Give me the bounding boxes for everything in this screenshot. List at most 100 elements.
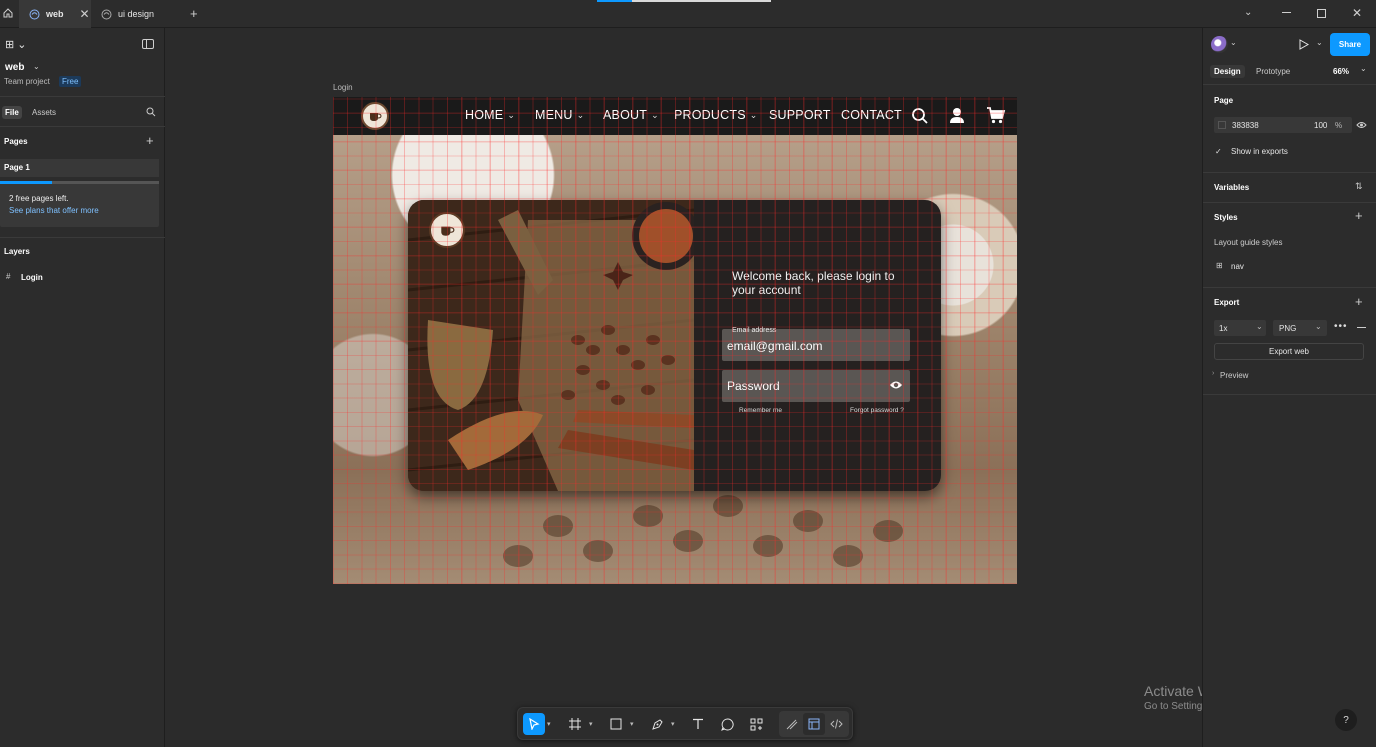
chevron-down-icon[interactable]: ⌄ — [1360, 64, 1367, 73]
styles-heading: Styles — [1214, 213, 1238, 222]
nav-label: SUPPORT — [769, 108, 831, 122]
close-icon[interactable]: ✕ — [80, 7, 90, 21]
nav-menu[interactable]: MENU ⌄ — [535, 108, 584, 122]
pages-heading: Pages — [4, 137, 28, 146]
mode-switch — [779, 711, 849, 737]
chevron-down-icon[interactable]: ▾ — [589, 720, 593, 728]
frame-tool[interactable] — [564, 713, 586, 735]
remove-export-icon[interactable] — [1357, 327, 1366, 328]
eye-icon[interactable] — [1356, 121, 1367, 129]
email-field[interactable]: Email address email@gmail.com — [722, 327, 910, 361]
logo[interactable] — [361, 102, 389, 130]
login-card: Welcome back, please login to your accou… — [408, 200, 941, 491]
help-button[interactable]: ? — [1335, 709, 1357, 731]
chevron-down-icon[interactable]: ▾ — [547, 720, 551, 728]
see-plans-link[interactable]: See plans that offer more — [9, 206, 99, 215]
frame-label[interactable]: Login — [333, 83, 353, 92]
chevron-down-icon: ⌄ — [1256, 322, 1263, 331]
style-item-nav[interactable]: nav — [1231, 262, 1244, 271]
eye-icon[interactable] — [889, 380, 903, 390]
user-icon[interactable] — [949, 107, 965, 124]
nav-label: MENU — [535, 108, 573, 122]
variables-heading: Variables — [1214, 183, 1250, 192]
plan-badge: Free — [59, 76, 82, 87]
chevron-down-icon: ⌄ — [576, 109, 585, 120]
close-window-icon[interactable]: ✕ — [1352, 6, 1362, 20]
move-tool[interactable] — [523, 713, 545, 735]
add-page-icon[interactable]: + — [146, 133, 154, 148]
chevron-down-icon: ⌄ — [1315, 322, 1322, 331]
tab-design[interactable]: Design — [1210, 65, 1245, 78]
nav-label: ABOUT — [603, 108, 648, 122]
add-style-icon[interactable]: + — [1355, 208, 1363, 223]
export-button[interactable]: Export web — [1214, 343, 1364, 360]
pen-tool[interactable] — [646, 713, 668, 735]
chevron-down-icon[interactable]: ▾ — [630, 720, 634, 728]
add-export-icon[interactable]: + — [1355, 294, 1363, 309]
avatar[interactable] — [1211, 36, 1228, 53]
remember-me-checkbox[interactable]: Remember me — [739, 407, 782, 414]
minimize-icon[interactable] — [1282, 12, 1291, 13]
chevron-down-icon[interactable]: ⌄ — [1230, 38, 1237, 47]
text-tool[interactable] — [687, 713, 709, 735]
draw-mode-icon[interactable] — [781, 713, 803, 735]
search-icon[interactable] — [911, 107, 929, 125]
nav-label: PRODUCTS — [674, 108, 746, 122]
sidebar-toggle-icon[interactable] — [142, 39, 154, 49]
login-frame[interactable]: HOME ⌄ MENU ⌄ ABOUT ⌄ PRODUCTS ⌄ SUPPORT CON… — [333, 97, 1017, 584]
nav-support[interactable]: SUPPORT — [769, 108, 831, 122]
play-icon[interactable] — [1299, 39, 1309, 50]
chevron-down-icon[interactable]: ▾ — [671, 720, 675, 728]
tab-assets[interactable]: Assets — [32, 108, 56, 117]
share-button[interactable]: Share — [1330, 33, 1370, 56]
tab-ui-design[interactable]: ui design — [91, 0, 181, 28]
nav-label: CONTACT — [841, 108, 902, 122]
comment-tool[interactable] — [716, 713, 738, 735]
more-options-icon[interactable]: ••• — [1334, 321, 1348, 332]
export-scale-select[interactable]: 1x ⌄ — [1214, 320, 1266, 336]
chevron-down-icon[interactable]: ⌄ — [33, 62, 40, 71]
project-name[interactable]: web — [5, 62, 24, 73]
preview-toggle[interactable]: Preview — [1220, 371, 1248, 380]
variables-icon[interactable]: ⇅ — [1355, 181, 1363, 192]
page-item[interactable]: Page 1 — [0, 159, 159, 177]
cart-icon[interactable] — [986, 106, 1006, 124]
chevron-down-icon[interactable]: ⌄ — [1244, 7, 1252, 18]
tab-prototype[interactable]: Prototype — [1256, 67, 1290, 76]
card-logo — [429, 212, 465, 248]
add-tab-icon[interactable]: + — [190, 6, 198, 21]
nav-home[interactable]: HOME ⌄ — [465, 108, 515, 122]
dev-mode-icon[interactable] — [825, 713, 847, 735]
resources-tool[interactable] — [745, 713, 767, 735]
chevron-down-icon[interactable]: ⌄ — [1316, 38, 1323, 47]
check-icon[interactable]: ✓ — [1215, 147, 1225, 157]
rectangle-tool[interactable] — [605, 713, 627, 735]
zoom-level[interactable]: 66% — [1333, 67, 1349, 76]
export-format-value: PNG — [1279, 324, 1297, 333]
home-icon[interactable] — [2, 7, 14, 19]
search-icon[interactable] — [146, 107, 156, 117]
loading-bar-track — [632, 0, 771, 2]
team-label: Team project — [4, 77, 50, 86]
password-field[interactable]: Password — [722, 370, 910, 402]
nav-about[interactable]: ABOUT ⌄ — [603, 108, 659, 122]
design-mode-icon[interactable] — [803, 713, 825, 735]
nav-products[interactable]: PRODUCTS ⌄ — [674, 108, 758, 122]
export-format-select[interactable]: PNG ⌄ — [1273, 320, 1327, 336]
layer-item-login[interactable]: Login — [21, 273, 43, 282]
frame-icon: # — [6, 272, 11, 281]
page-color-field[interactable]: 383838 100 % — [1214, 117, 1352, 133]
tab-web[interactable]: web ✕ — [19, 0, 91, 28]
file-icon — [29, 9, 40, 20]
forgot-password-link[interactable]: Forgot password ? — [850, 407, 904, 414]
file-icon — [101, 9, 112, 20]
tab-file[interactable]: File — [2, 106, 22, 119]
tab-label: ui design — [118, 9, 155, 19]
nav-contact[interactable]: CONTACT — [841, 108, 902, 122]
restore-icon[interactable] — [1317, 9, 1326, 18]
export-scale-value: 1x — [1219, 324, 1228, 333]
color-swatch[interactable] — [1218, 121, 1226, 129]
main-menu-icon[interactable]: ⊞ ⌄ — [5, 38, 27, 51]
tab-label: web — [46, 9, 64, 19]
chevron-right-icon[interactable]: › — [1212, 370, 1214, 377]
